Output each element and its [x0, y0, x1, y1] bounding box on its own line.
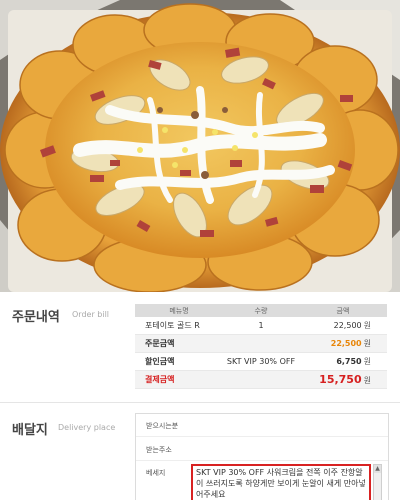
order-total-amount: 22,500 원 [299, 338, 387, 349]
currency-unit: 원 [363, 321, 371, 330]
memo-label: 베세지 [146, 469, 166, 477]
discount-amount: 6,750 원 [299, 356, 387, 367]
recipient-row: 받으시는분 [136, 414, 388, 437]
scroll-up-icon[interactable]: ▲ [374, 465, 381, 473]
address-row: 받는주소 [136, 436, 388, 461]
payment-total-label: 결제금액 [145, 375, 175, 384]
column-header-amount: 금액 [336, 306, 350, 315]
delivery-subtitle: Delivery place [58, 423, 116, 432]
order-bill-table: 메뉴명 수량 금액 포테이토 골드 R 1 22,500 원 주문금액 22,50… [135, 304, 387, 389]
order-total-label: 주문금액 [145, 339, 175, 348]
menu-item-name: 포테이토 골드 R [145, 321, 200, 330]
payment-total-amount: 15,750 원 [299, 373, 387, 386]
order-bill-section: 주문내역 Order bill 메뉴명 수량 금액 포테이토 골드 R 1 22… [0, 292, 400, 402]
discount-label: 할인금액 [145, 357, 175, 366]
order-bill-subtitle: Order bill [72, 310, 110, 319]
discount-value: 6,750 [336, 357, 362, 366]
memo-row: 베세지 SKT VIP 30% OFF 사워크림을 전쪽 이주 잔항알이 쓰러지… [136, 460, 388, 500]
payment-total-row: 결제금액 15,750 원 [135, 371, 387, 389]
menu-item-amount: 22,500 원 [299, 320, 387, 331]
order-page: 주문내역 Order bill 메뉴명 수량 금액 포테이토 골드 R 1 22… [0, 0, 400, 500]
menu-item-amount-value: 22,500 [333, 321, 362, 330]
delivery-title: 배달지 [12, 423, 48, 438]
discount-note: SKT VIP 30% OFF [226, 357, 296, 366]
currency-unit: 원 [363, 339, 371, 348]
order-total-value: 22,500 [330, 339, 362, 348]
order-total-row: 주문금액 22,500 원 [135, 335, 387, 353]
delivery-section: 배달지 Delivery place 받으시는분 받는주소 베세지 SKT VI… [0, 402, 400, 500]
pizza-photo [0, 0, 400, 292]
recipient-label: 받으시는분 [146, 422, 179, 430]
memo-scrollbar[interactable]: ▲ [373, 464, 382, 500]
table-header: 메뉴명 수량 금액 [135, 304, 387, 317]
delivery-form: 받으시는분 받는주소 베세지 SKT VIP 30% OFF 사워크림을 전쪽 … [135, 413, 389, 500]
currency-unit: 원 [363, 376, 371, 385]
order-bill-title: 주문내역 [12, 310, 60, 325]
column-header-menu: 메뉴명 [169, 306, 189, 315]
currency-unit: 원 [363, 357, 371, 366]
payment-total-value: 15,750 [319, 373, 362, 386]
column-header-qty: 수량 [254, 306, 268, 315]
memo-textarea[interactable]: SKT VIP 30% OFF 사워크림을 전쪽 이주 잔항알이 쓰러지도록 하… [191, 464, 371, 500]
menu-item-qty: 1 [258, 321, 264, 330]
table-row: 포테이토 골드 R 1 22,500 원 [135, 317, 387, 335]
address-label: 받는주소 [146, 446, 172, 454]
discount-row: 할인금액 SKT VIP 30% OFF 6,750 원 [135, 353, 387, 371]
